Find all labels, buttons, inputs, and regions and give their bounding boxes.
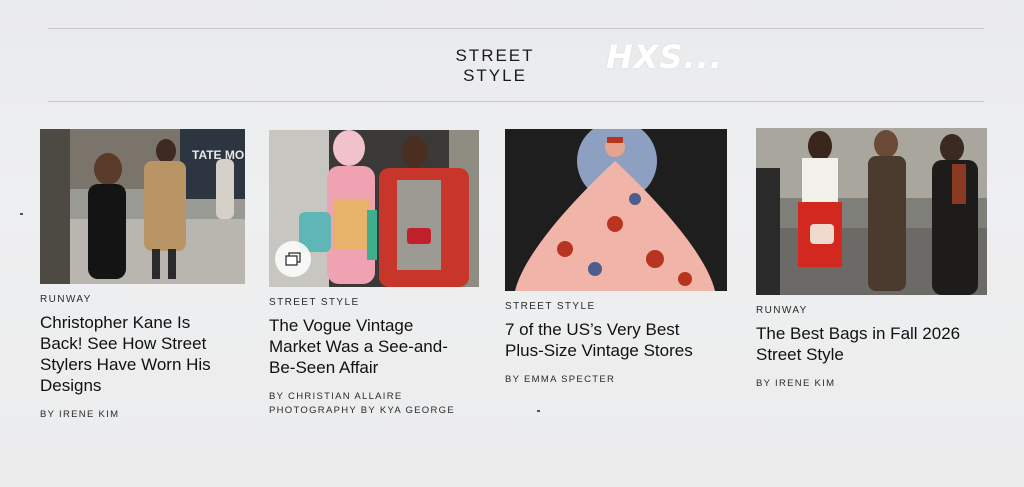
screen-speck xyxy=(537,410,540,412)
svg-text:TATE MO: TATE MO xyxy=(192,148,244,162)
byline-author: BY CHRISTIAN ALLAIRE xyxy=(269,391,403,402)
article-byline[interactable]: BY CHRISTIAN ALLAIRE PHOTOGRAPHY BY KYA … xyxy=(269,390,479,418)
article-card[interactable]: RUNWAY The Best Bags in Fall 2026 Street… xyxy=(756,128,987,391)
gallery-button[interactable] xyxy=(275,241,311,277)
section-title-line1: STREET xyxy=(455,46,535,65)
gallery-icon xyxy=(285,252,301,266)
article-byline[interactable]: BY EMMA SPECTER xyxy=(505,373,727,387)
article-kicker[interactable]: RUNWAY xyxy=(40,294,245,305)
section-title[interactable]: STREET STYLE xyxy=(440,46,550,86)
article-headline[interactable]: 7 of the US’s Very Best Plus-Size Vintag… xyxy=(505,319,720,361)
screen-speck xyxy=(20,213,23,215)
article-kicker[interactable]: STREET STYLE xyxy=(269,297,479,308)
article-image[interactable] xyxy=(756,128,987,295)
article-headline[interactable]: The Best Bags in Fall 2026 Street Style xyxy=(756,323,971,365)
article-image[interactable] xyxy=(269,130,479,287)
watermark-overlay: HXS... xyxy=(606,38,723,76)
bottom-divider xyxy=(48,101,984,102)
article-headline[interactable]: Christopher Kane Is Back! See How Street… xyxy=(40,312,225,396)
article-image[interactable]: TATE MO xyxy=(40,129,245,284)
article-card[interactable]: STREET STYLE 7 of the US’s Very Best Plu… xyxy=(505,129,727,387)
section-title-line2: STYLE xyxy=(463,66,527,85)
article-byline[interactable]: BY IRENE KIM xyxy=(756,377,987,391)
article-kicker[interactable]: STREET STYLE xyxy=(505,301,727,312)
article-image[interactable] xyxy=(505,129,727,291)
article-headline[interactable]: The Vogue Vintage Market Was a See-and-B… xyxy=(269,315,469,378)
byline-photographer: PHOTOGRAPHY BY KYA GEORGE xyxy=(269,405,455,416)
article-card[interactable]: STREET STYLE The Vogue Vintage Market Wa… xyxy=(269,130,479,418)
top-divider xyxy=(48,28,984,29)
article-card[interactable]: TATE MO RUNWAY Christopher Kane Is Back!… xyxy=(40,129,245,422)
article-byline[interactable]: BY IRENE KIM xyxy=(40,408,245,422)
article-kicker[interactable]: RUNWAY xyxy=(756,305,987,316)
